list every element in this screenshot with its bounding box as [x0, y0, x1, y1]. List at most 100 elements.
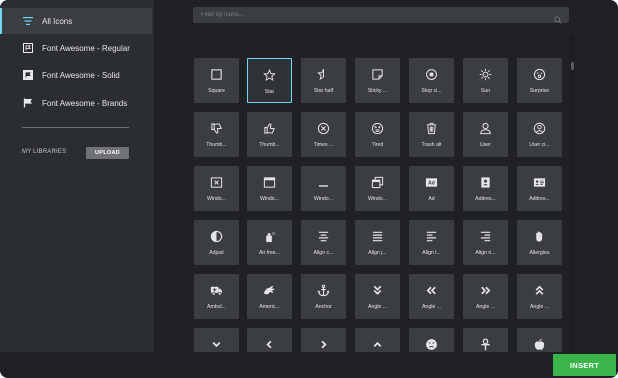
icon-tile[interactable]: Star: [247, 58, 292, 103]
adjust-icon: [194, 229, 239, 243]
icon-tile-label: Align l...: [422, 250, 441, 256]
icon-tile[interactable]: Align c...: [301, 220, 346, 265]
ankh-icon: [463, 337, 508, 351]
icon-tile[interactable]: Thumb...: [194, 112, 239, 157]
scrollbar[interactable]: [570, 36, 575, 352]
icon-tile-label: Thumb...: [206, 142, 227, 148]
ad-icon: Ad: [409, 175, 454, 189]
icon-tile[interactable]: Angle ...: [409, 274, 454, 319]
sidebar-item-all-icons[interactable]: All Icons: [0, 8, 152, 34]
icon-tile[interactable]: [517, 328, 562, 352]
icon-library-modal: All Icons Font Awesome - Regular Font Aw…: [0, 0, 618, 378]
icon-tile[interactable]: Square: [194, 58, 239, 103]
angle-down-icon: [194, 337, 239, 351]
icon-tile[interactable]: Thumb...: [247, 112, 292, 157]
icon-tile-label: Air free...: [258, 250, 281, 256]
icon-tile-label: Surprise: [529, 88, 550, 94]
sidebar-item-label: Font Awesome - Regular: [42, 43, 130, 53]
icon-tile-label: Ambul...: [206, 304, 227, 310]
icon-tile[interactable]: Ambul...: [194, 274, 239, 319]
icon-tile[interactable]: [355, 328, 400, 352]
icon-tile-label: Sticky ...: [367, 88, 388, 94]
icon-tile-label: Windo...: [313, 196, 334, 202]
icon-tile[interactable]: Windo...: [355, 166, 400, 211]
icon-tile[interactable]: Trash alt: [409, 112, 454, 157]
apple-alt-icon: [517, 337, 562, 351]
align-justify-icon: [355, 229, 400, 243]
search-input[interactable]: [193, 7, 569, 23]
icon-tile-label: Times ...: [313, 142, 334, 148]
icon-tile[interactable]: [194, 328, 239, 352]
icon-tile[interactable]: Tired: [355, 112, 400, 157]
icon-tile[interactable]: [247, 328, 292, 352]
icon-tile[interactable]: Ad Ad: [409, 166, 454, 211]
square-icon: [194, 67, 239, 81]
icon-tile[interactable]: Anchor: [301, 274, 346, 319]
icon-tile[interactable]: Addres...: [463, 166, 508, 211]
icon-tile[interactable]: [409, 328, 454, 352]
icon-tile[interactable]: Stop ci...: [409, 58, 454, 103]
align-right-icon: [463, 229, 508, 243]
icon-tile[interactable]: Align j...: [355, 220, 400, 265]
insert-button[interactable]: INSERT: [553, 354, 616, 376]
icon-tile-label: Angle ...: [367, 304, 388, 310]
icon-tile[interactable]: Align l...: [409, 220, 454, 265]
icon-tile[interactable]: Allergies: [517, 220, 562, 265]
flag-brands-icon: [22, 97, 34, 109]
user-circle-icon: [517, 121, 562, 135]
icon-tile[interactable]: Surprise: [517, 58, 562, 103]
sidebar-item-label: Font Awesome - Solid: [42, 70, 120, 80]
icon-tile[interactable]: User: [463, 112, 508, 157]
icon-tile[interactable]: Windo...: [247, 166, 292, 211]
icon-tile-label: Allergies: [529, 250, 550, 256]
icon-tile[interactable]: Sun: [463, 58, 508, 103]
thumbs-up-icon: [247, 121, 292, 135]
icon-tile-label: Star: [264, 89, 275, 95]
icon-tile[interactable]: User ci...: [517, 112, 562, 157]
icon-tile[interactable]: Windo...: [301, 166, 346, 211]
align-left-icon: [409, 229, 454, 243]
icon-tile-label: Americ...: [259, 304, 280, 310]
icon-tile[interactable]: Americ...: [247, 274, 292, 319]
icon-tile[interactable]: Sticky ...: [355, 58, 400, 103]
user-icon: [463, 121, 508, 135]
icon-tile[interactable]: Windo...: [194, 166, 239, 211]
scrollbar-thumb[interactable]: [571, 62, 574, 70]
icon-tile[interactable]: [301, 328, 346, 352]
window-restore-icon: [355, 175, 400, 189]
address-book-icon: [463, 175, 508, 189]
angle-double-right-icon: [463, 283, 508, 297]
angle-right-icon: [301, 337, 346, 351]
sun-icon: [463, 67, 508, 81]
icon-tile[interactable]: Angle ...: [355, 274, 400, 319]
icon-tile[interactable]: Addres...: [517, 166, 562, 211]
search-icon[interactable]: [554, 11, 562, 24]
upload-button[interactable]: UPLOAD: [86, 147, 129, 159]
thumbs-down-icon: [194, 121, 239, 135]
window-minimize-icon: [301, 175, 346, 189]
icon-tile-label: Angle ...: [475, 304, 496, 310]
icon-tile[interactable]: Align ri...: [463, 220, 508, 265]
sidebar-item-font-awesome-brands[interactable]: Font Awesome - Brands: [0, 90, 152, 116]
icon-tile[interactable]: Adjust: [194, 220, 239, 265]
sidebar-item-font-awesome-solid[interactable]: Font Awesome - Solid: [0, 62, 152, 88]
sticky-note-icon: [355, 67, 400, 81]
angle-double-left-icon: [409, 283, 454, 297]
sidebar: All Icons Font Awesome - Regular Font Aw…: [0, 0, 154, 352]
icon-tile[interactable]: Angle ...: [517, 274, 562, 319]
icon-tile[interactable]: Star half: [301, 58, 346, 103]
sidebar-item-label: Font Awesome - Brands: [42, 98, 128, 108]
icon-grid: Square Star Star half Sticky ... Stop ci... S…: [186, 36, 568, 352]
icon-tile[interactable]: [463, 328, 508, 352]
sidebar-item-font-awesome-regular[interactable]: Font Awesome - Regular: [0, 35, 152, 61]
air-freshener-icon: [247, 229, 292, 243]
icon-tile[interactable]: Times ...: [301, 112, 346, 157]
angle-double-up-icon: [517, 283, 562, 297]
icon-tile[interactable]: Angle ...: [463, 274, 508, 319]
icon-tile[interactable]: Air free...: [247, 220, 292, 265]
stop-circle-icon: [409, 67, 454, 81]
sidebar-item-label: All Icons: [42, 16, 73, 26]
svg-text:Ad: Ad: [428, 180, 435, 186]
icon-tile-label: User: [480, 142, 491, 148]
search-bar: [193, 7, 569, 24]
